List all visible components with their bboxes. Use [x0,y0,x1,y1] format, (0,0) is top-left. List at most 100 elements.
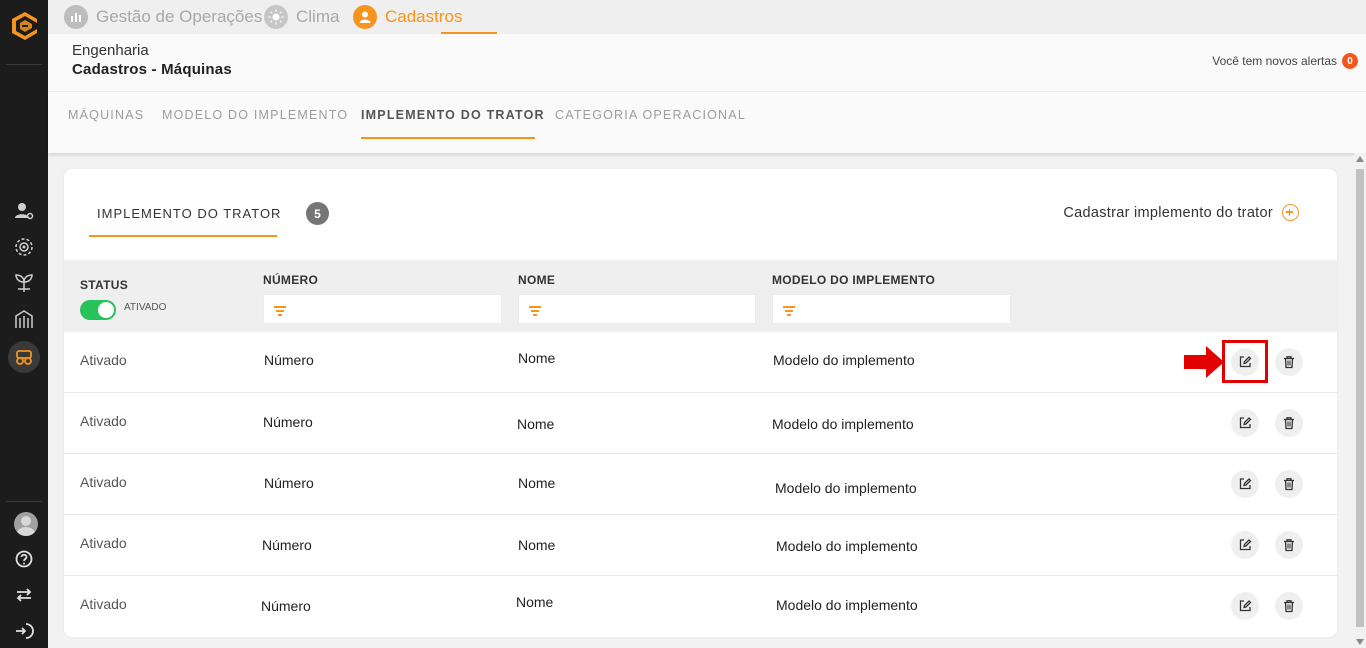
tab-modelo-do-implemento[interactable]: MODELO DO IMPLEMENTO [162,108,348,122]
tractor-icon[interactable] [8,341,40,373]
column-header-modelo: MODELO DO IMPLEMENTO [772,273,936,287]
card-tab-underline [89,235,277,237]
delete-button[interactable] [1275,470,1303,498]
module-tab-gestao[interactable]: Gestão de Operações [64,0,262,34]
page-header: Engenharia Cadastros - Máquinas Você tem… [48,34,1366,91]
module-tab-label: Clima [296,7,340,26]
page-title: Cadastros - Máquinas [72,61,232,78]
card-tab-label[interactable]: IMPLEMENTO DO TRATOR [97,206,281,221]
chart-icon [64,5,88,29]
active-tab-underline [361,137,535,139]
row-numero: Número [261,598,311,614]
row-numero: Número [264,352,314,368]
row-status: Ativado [80,352,127,368]
gear-target-icon[interactable] [12,235,36,259]
filter-icon [783,306,795,316]
tab-maquinas[interactable]: MÁQUINAS [68,108,144,122]
status-toggle[interactable] [80,300,116,320]
edit-icon [1239,478,1252,490]
sidebar-divider [6,501,42,502]
column-header-nome: NOME [518,273,556,287]
trash-icon [1284,478,1294,491]
row-nome: Nome [517,416,555,432]
row-modelo: Modelo do implemento [776,538,918,554]
delete-button[interactable] [1275,592,1303,620]
row-status: Ativado [80,596,127,612]
edit-icon [1239,539,1252,551]
delete-button[interactable] [1275,531,1303,559]
row-modelo: Modelo do implemento [773,352,915,368]
trash-icon [1284,600,1294,613]
column-header-status: STATUS [80,278,129,292]
row-numero: Número [264,475,314,491]
plant-icon[interactable] [12,271,36,295]
user-icon [353,5,377,29]
row-nome: Nome [518,475,556,491]
delete-button[interactable] [1275,409,1303,437]
alerts-link[interactable]: Você tem novos alertas 0 [1212,53,1358,69]
delete-button[interactable] [1275,348,1303,376]
sun-icon [264,5,288,29]
table-row: Ativado Número Nome Modelo do implemento [64,454,1337,515]
building-icon[interactable] [12,307,36,331]
edit-button[interactable] [1231,531,1259,559]
sidebar [0,0,48,648]
scroll-thumb[interactable] [1356,169,1364,627]
edit-button[interactable] [1231,409,1259,437]
row-modelo: Modelo do implemento [776,597,918,613]
breadcrumb: Engenharia [72,42,149,59]
tab-categoria-operacional[interactable]: CATEGORIA OPERACIONAL [555,108,746,122]
table-row: Ativado Número Nome Modelo do implemento [64,515,1337,576]
row-numero: Número [263,414,313,430]
row-modelo: Modelo do implemento [775,480,917,496]
edit-icon [1239,600,1252,612]
module-tabs: Gestão de Operações Clima Cadastros [48,0,1366,34]
tab-implemento-do-trator[interactable]: IMPLEMENTO DO TRATOR [361,108,545,122]
trash-icon [1284,356,1294,369]
module-tab-clima[interactable]: Clima [264,0,339,34]
module-tab-cadastros[interactable]: Cadastros [353,0,462,34]
implementos-card: IMPLEMENTO DO TRATOR 5 Cadastrar impleme… [64,169,1337,637]
edit-button[interactable] [1231,592,1259,620]
row-nome: Nome [518,350,556,366]
modelo-filter-input[interactable] [772,294,1011,324]
table-row: Ativado Número Nome Modelo do implemento [64,393,1337,454]
row-status: Ativado [80,474,127,490]
highlight-box [1222,340,1268,383]
avatar[interactable] [14,512,38,536]
table-row: Ativado Número Nome Modelo do implemento [64,332,1337,393]
alerts-label: Você tem novos alertas [1212,54,1337,68]
add-implemento-label: Cadastrar implemento do trator [1063,204,1273,221]
switch-icon[interactable] [12,583,36,607]
count-badge: 5 [306,202,329,225]
logout-icon[interactable] [12,619,36,643]
alerts-count-badge: 0 [1342,53,1358,69]
row-nome: Nome [518,537,556,553]
help-icon[interactable] [12,547,36,571]
row-modelo: Modelo do implemento [772,416,914,432]
scroll-down-arrow[interactable] [1356,639,1364,645]
status-toggle-label: ATIVADO [124,302,167,313]
trash-icon [1284,539,1294,552]
numero-filter-input[interactable] [263,294,502,324]
row-nome: Nome [516,594,554,610]
edit-icon [1239,417,1252,429]
row-status: Ativado [80,413,127,429]
module-tab-label: Cadastros [385,7,463,26]
sub-navigation: MÁQUINAS MODELO DO IMPLEMENTO IMPLEMENTO… [48,91,1366,153]
vertical-scrollbar[interactable] [1354,153,1366,648]
plus-circle-icon [1282,204,1299,221]
filter-icon [529,306,541,316]
filter-icon [274,306,286,316]
module-tab-label: Gestão de Operações [96,7,263,26]
nome-filter-input[interactable] [518,294,756,324]
column-header-numero: NÚMERO [263,273,319,287]
scroll-up-arrow[interactable] [1356,156,1364,162]
trash-icon [1284,417,1294,430]
user-settings-icon[interactable] [12,199,36,223]
brand-logo-icon[interactable] [9,10,41,42]
row-status: Ativado [80,535,127,551]
add-implemento-button[interactable]: Cadastrar implemento do trator [1063,204,1299,221]
edit-button[interactable] [1231,470,1259,498]
table-row: Ativado Número Nome Modelo do implemento [64,576,1337,637]
